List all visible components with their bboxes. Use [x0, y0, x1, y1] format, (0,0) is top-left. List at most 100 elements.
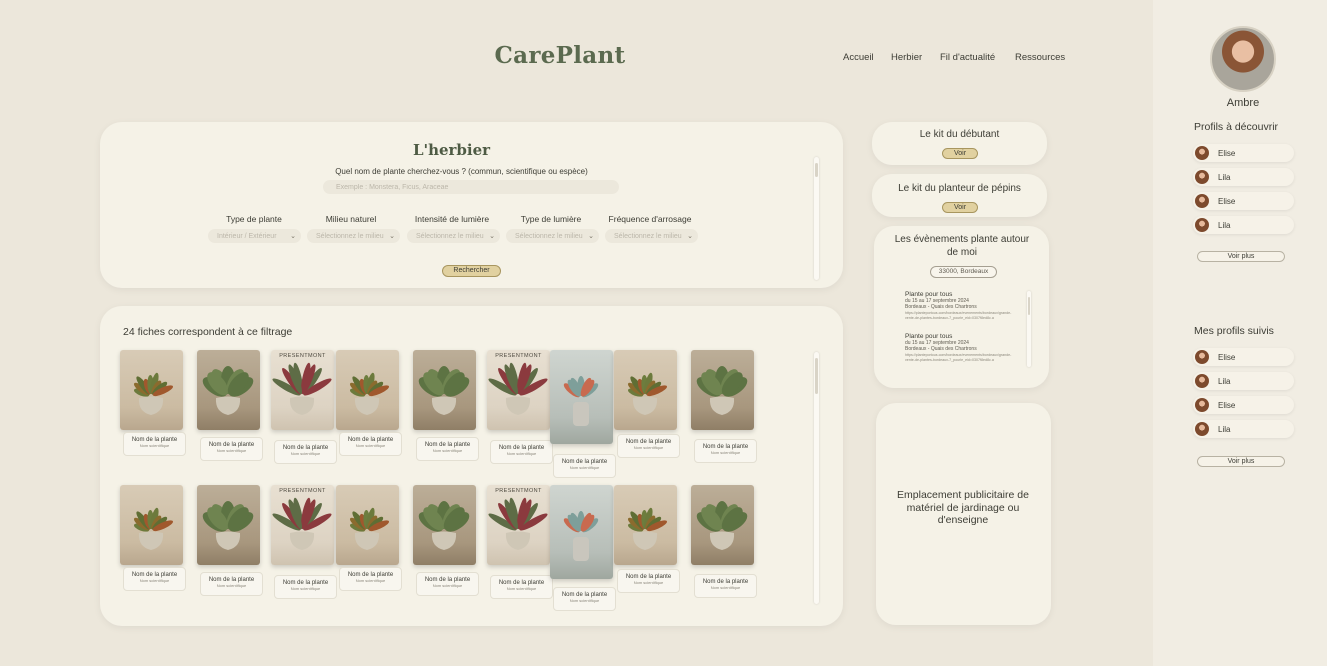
followed-profile[interactable]: Lila	[1193, 420, 1294, 438]
plant-card-label[interactable]: Nom de la plante Nom scientifique	[617, 569, 680, 593]
filter-value: Sélectionnez le milieu	[416, 232, 484, 240]
plant-scientific-name: Nom scientifique	[432, 583, 463, 588]
plant-card-image[interactable]	[120, 485, 183, 565]
plant-card-label[interactable]: Nom de la plante Nom scientifique	[694, 439, 757, 463]
scroll-thumb[interactable]	[815, 163, 818, 177]
filter-label-type-lumiere: Type de lumière	[520, 214, 582, 224]
discover-profile[interactable]: Lila	[1193, 216, 1294, 234]
events-scrollbar[interactable]	[1027, 291, 1031, 367]
filter-label-intensite: Intensité de lumière	[414, 214, 490, 224]
profile-name: Lila	[1218, 424, 1231, 434]
plant-card-image[interactable]	[691, 485, 754, 565]
chevron-down-icon: ⌄	[290, 233, 296, 240]
plant-card-label[interactable]: Nom de la plante Nom scientifique	[123, 432, 186, 456]
plant-card-image[interactable]	[614, 485, 677, 565]
plant-card-label[interactable]: Nom de la plante Nom scientifique	[339, 432, 402, 456]
plant-card-label[interactable]: Nom de la plante Nom scientifique	[694, 574, 757, 598]
nav-fil-actualite[interactable]: Fil d'actualité	[940, 52, 995, 63]
user-avatar[interactable]	[1210, 26, 1276, 92]
plant-card-label[interactable]: Nom de la plante Nom scientifique	[416, 572, 479, 596]
card-brand-text: PRESENTMONT	[495, 353, 542, 359]
plant-card-image[interactable]: PRESENTMONT	[487, 485, 550, 565]
plant-card-label[interactable]: Nom de la plante Nom scientifique	[553, 454, 616, 478]
filter-select-type-lumiere[interactable]: Sélectionnez le milieu ⌄	[506, 229, 599, 243]
search-button[interactable]: Rechercher	[442, 265, 501, 277]
plant-card-image[interactable]	[614, 350, 677, 430]
kit-view-button[interactable]: Voir	[942, 148, 978, 159]
location-pill[interactable]: 33000, Bordeaux	[930, 266, 997, 278]
followed-more-button[interactable]: Voir plus	[1197, 456, 1285, 467]
plant-card-image[interactable]	[550, 485, 613, 579]
avatar	[1195, 194, 1209, 208]
event-url[interactable]: https://planteportous.com/bordeaux/evene…	[905, 311, 1020, 320]
plant-scientific-name: Nom scientifique	[710, 585, 741, 590]
plant-card-label[interactable]: Nom de la plante Nom scientifique	[617, 434, 680, 458]
filter-value: Sélectionnez le milieu	[515, 232, 583, 240]
results-scrollbar[interactable]	[814, 352, 819, 604]
plant-card-label[interactable]: Nom de la plante Nom scientifique	[490, 440, 553, 464]
event-title: Plante pour tous	[905, 291, 953, 298]
discover-profile[interactable]: Lila	[1193, 168, 1294, 186]
filter-select-intensite[interactable]: Sélectionnez le milieu ⌄	[407, 229, 500, 243]
avatar	[1195, 398, 1209, 412]
plant-card-image[interactable]	[336, 350, 399, 430]
plant-card-label[interactable]: Nom de la plante Nom scientifique	[339, 567, 402, 591]
plant-card-image[interactable]	[197, 350, 260, 430]
plant-card-image[interactable]	[691, 350, 754, 430]
filter-label-milieu: Milieu naturel	[325, 214, 377, 224]
plant-card-image[interactable]: PRESENTMONT	[487, 350, 550, 430]
profile-name: Elise	[1218, 400, 1236, 410]
event-title: Plante pour tous	[905, 333, 953, 340]
search-input[interactable]	[323, 180, 619, 194]
nav-herbier[interactable]: Herbier	[891, 52, 922, 63]
plant-card-image[interactable]	[197, 485, 260, 565]
scroll-thumb[interactable]	[1028, 297, 1030, 315]
events-title: Les évènements plante autour de moi	[894, 234, 1030, 258]
plant-card-image[interactable]	[336, 485, 399, 565]
event-url[interactable]: https://planteportous.com/bordeaux/evene…	[905, 353, 1020, 362]
plant-card-image[interactable]	[550, 350, 613, 444]
plant-card-image[interactable]	[413, 350, 476, 430]
followed-profile[interactable]: Lila	[1193, 372, 1294, 390]
plant-scientific-name: Nom scientifique	[432, 448, 463, 453]
plant-card-label[interactable]: Nom de la plante Nom scientifique	[416, 437, 479, 461]
logo[interactable]: CarePlant	[470, 42, 650, 69]
plant-card-label[interactable]: Nom de la plante Nom scientifique	[200, 572, 263, 596]
plant-card-label[interactable]: Nom de la plante Nom scientifique	[274, 440, 337, 464]
scroll-thumb[interactable]	[815, 358, 818, 394]
plant-card-label[interactable]: Nom de la plante Nom scientifique	[553, 587, 616, 611]
filter-select-type[interactable]: Intérieur / Extérieur ⌄	[208, 229, 301, 243]
plant-card-image[interactable]: PRESENTMONT	[271, 350, 334, 430]
kit-view-button[interactable]: Voir	[942, 202, 978, 213]
kit-title: Le kit du planteur de pépins	[898, 183, 1021, 194]
search-scrollbar[interactable]	[814, 157, 819, 280]
filter-select-arrosage[interactable]: Sélectionnez le milieu ⌄	[605, 229, 698, 243]
plant-card-label[interactable]: Nom de la plante Nom scientifique	[200, 437, 263, 461]
plant-scientific-name: Nom scientifique	[710, 450, 741, 455]
discover-profile[interactable]: Elise	[1193, 192, 1294, 210]
nav-ressources[interactable]: Ressources	[1015, 52, 1065, 63]
filter-value: Intérieur / Extérieur	[217, 232, 277, 240]
plant-scientific-name: Nom scientifique	[633, 445, 664, 450]
followed-profile[interactable]: Elise	[1193, 396, 1294, 414]
plant-scientific-name: Nom scientifique	[290, 586, 321, 591]
plant-card-image[interactable]	[120, 350, 183, 430]
discover-profile[interactable]: Elise	[1193, 144, 1294, 162]
avatar	[1195, 218, 1209, 232]
filter-select-milieu[interactable]: Sélectionnez le milieu ⌄	[307, 229, 400, 243]
event-item[interactable]: Plante pour tous du 15 au 17 septembre 2…	[905, 333, 1020, 362]
chevron-down-icon: ⌄	[389, 233, 395, 240]
plant-card-label[interactable]: Nom de la plante Nom scientifique	[490, 575, 553, 599]
plant-scientific-name: Nom scientifique	[355, 578, 386, 583]
plant-card-label[interactable]: Nom de la plante Nom scientifique	[274, 575, 337, 599]
plant-card-image[interactable]	[413, 485, 476, 565]
plant-card-image[interactable]: PRESENTMONT	[271, 485, 334, 565]
discover-more-button[interactable]: Voir plus	[1197, 251, 1285, 262]
event-item[interactable]: Plante pour tous du 15 au 17 septembre 2…	[905, 291, 1020, 320]
nav-accueil[interactable]: Accueil	[843, 52, 874, 63]
followed-profile[interactable]: Elise	[1193, 348, 1294, 366]
followed-title: Mes profils suivis	[1194, 325, 1274, 337]
filter-value: Sélectionnez le milieu	[614, 232, 682, 240]
kit-title: Le kit du débutant	[919, 129, 1000, 140]
plant-card-label[interactable]: Nom de la plante Nom scientifique	[123, 567, 186, 591]
